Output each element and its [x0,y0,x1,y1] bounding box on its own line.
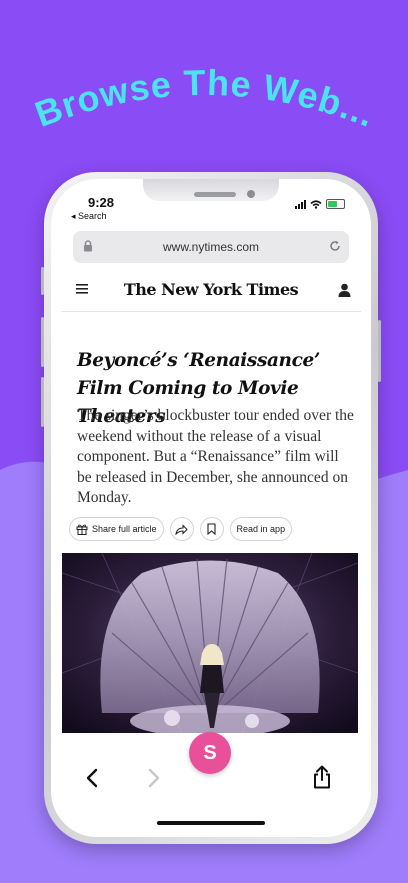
share-full-article-button[interactable]: Share full article [69,517,164,541]
notch [143,179,279,201]
phone-frame: 9:28 ◂ Search www.nytimes.com The New Yo… [41,172,381,844]
gift-icon [76,524,88,535]
forward-arrow-icon[interactable] [147,768,161,788]
address-bar[interactable]: www.nytimes.com [73,231,349,263]
back-to-search-link[interactable]: ◂ Search [71,211,107,222]
article-summary: The singer’s blockbuster tour ended over… [77,407,354,506]
nyt-logo[interactable]: The New York Times [61,280,361,299]
read-in-app-label: Read in app [236,524,286,534]
app-action-button[interactable]: S [189,732,231,774]
status-time: 9:28 [88,195,115,210]
site-header: The New York Times [61,271,361,312]
share-icon[interactable] [313,765,331,789]
promo-headline: Browse The Web... [29,62,380,135]
account-icon[interactable] [338,283,351,297]
speaker [194,192,236,197]
home-indicator[interactable] [157,821,265,825]
signal-icon [295,199,306,209]
svg-text:Browse The Web...: Browse The Web... [29,62,380,135]
status-icons [295,199,345,209]
url-text: www.nytimes.com [162,240,260,254]
camera [247,190,255,198]
back-arrow-icon[interactable] [85,768,99,788]
share-label: Share full article [92,524,157,534]
wifi-icon [310,199,322,209]
share-arrow-icon [175,523,188,535]
bookmark-icon [207,523,216,535]
article-actions: Share full article Read in app [69,517,293,541]
article-hero-image[interactable] [62,553,358,733]
reload-icon[interactable] [329,240,341,252]
save-button[interactable] [199,517,224,541]
read-in-app-button[interactable]: Read in app [229,517,293,541]
phone-screen: 9:28 ◂ Search www.nytimes.com The New Yo… [51,179,371,837]
battery-icon [326,199,345,209]
share-button[interactable] [169,517,194,541]
